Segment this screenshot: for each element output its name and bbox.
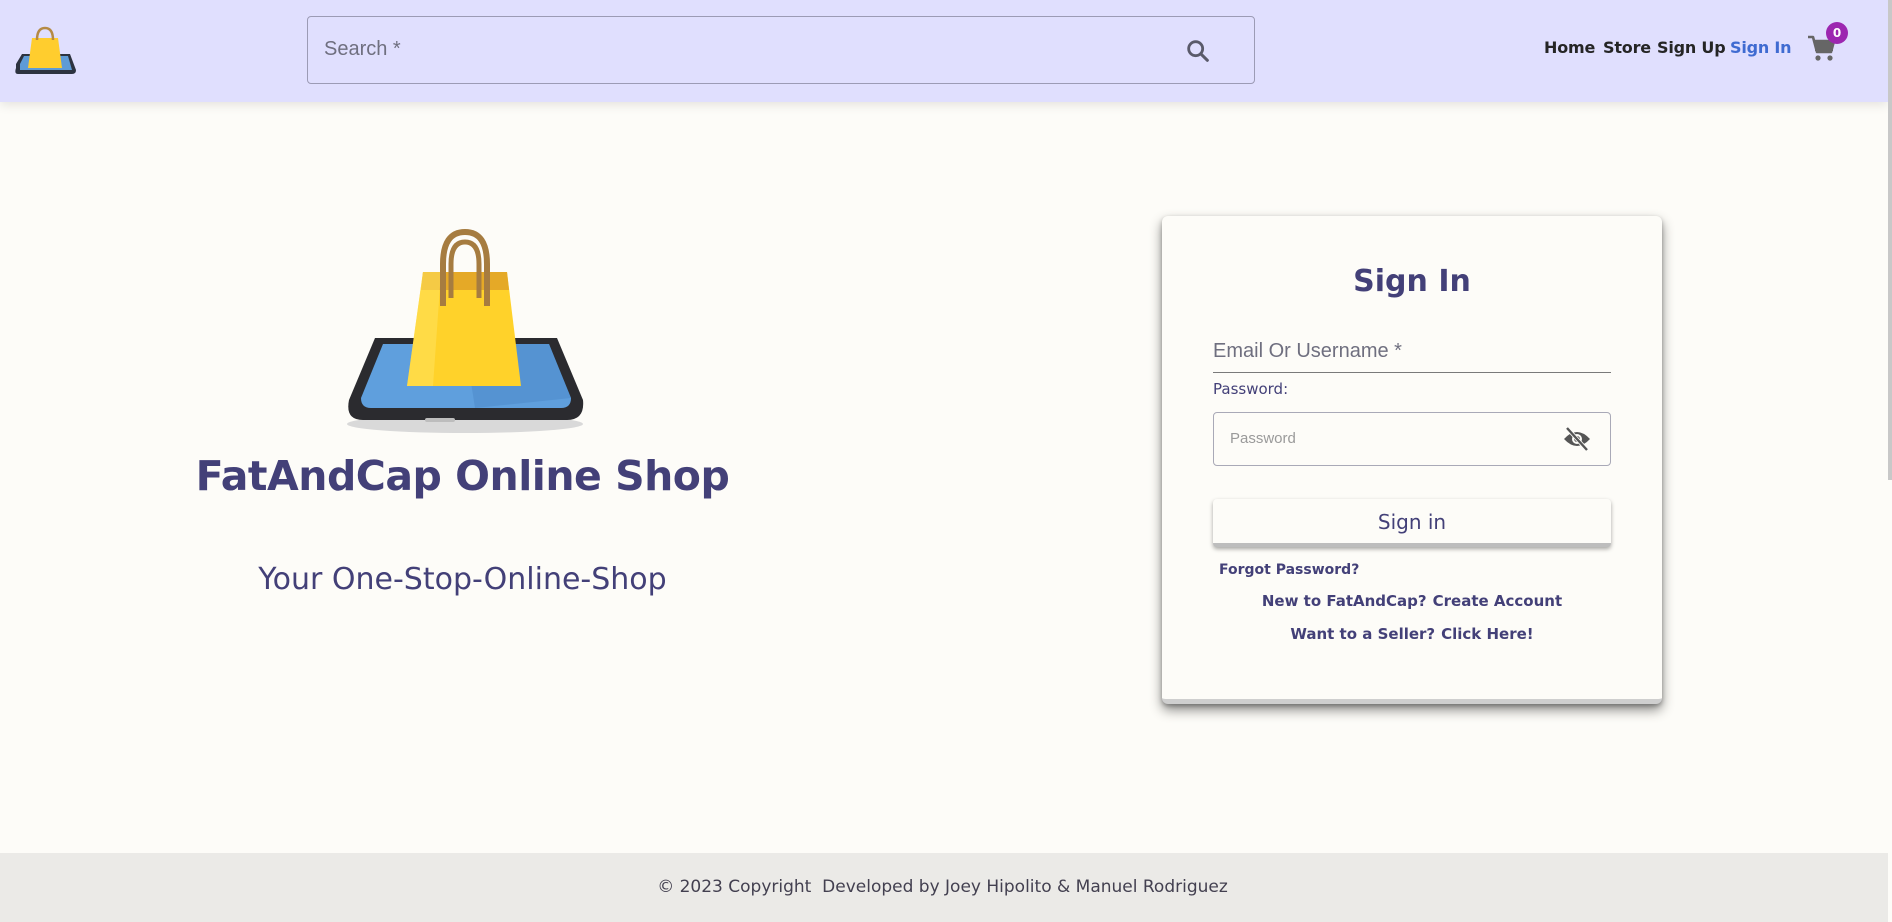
nav-signin-link[interactable]: Sign In: [1730, 38, 1792, 57]
scrollbar[interactable]: [1888, 0, 1892, 480]
seller-row: Want to a Seller? Click Here!: [1162, 625, 1662, 643]
search-placeholder: Search *: [324, 38, 401, 60]
signin-card: Sign In Email Or Username * Password: Pa…: [1162, 216, 1662, 704]
cart-count-badge: 0: [1826, 22, 1848, 44]
footer-copyright: © 2023 Copyright Developed by Joey Hipol…: [657, 877, 1228, 897]
email-username-label: Email Or Username *: [1213, 340, 1402, 362]
nav-store-link[interactable]: Store: [1603, 38, 1651, 57]
top-navbar: Search * Home Store Sign Up Sign In 0: [0, 0, 1888, 102]
password-placeholder: Password: [1230, 430, 1296, 447]
nav-signup-link[interactable]: Sign Up: [1657, 38, 1726, 57]
sign-in-button[interactable]: Sign in: [1213, 499, 1611, 547]
shop-logo-icon[interactable]: [12, 24, 78, 80]
search-icon[interactable]: [1184, 37, 1212, 65]
new-user-prompt: New to FatAndCap?: [1261, 592, 1427, 610]
search-input[interactable]: Search *: [307, 16, 1255, 84]
password-label: Password:: [1213, 380, 1289, 398]
signin-title: Sign In: [1353, 264, 1471, 299]
footer: © 2023 Copyright Developed by Joey Hipol…: [0, 853, 1888, 922]
hero-title: FatAndCap Online Shop: [195, 452, 730, 500]
hero-subtitle: Your One-Stop-Online-Shop: [258, 562, 667, 597]
nav-home-link[interactable]: Home: [1544, 38, 1595, 57]
eye-off-icon[interactable]: [1562, 425, 1592, 453]
forgot-password-link[interactable]: Forgot Password?: [1219, 562, 1359, 578]
create-account-row: New to FatAndCap? Create Account: [1162, 592, 1662, 610]
password-field[interactable]: Password: [1213, 412, 1611, 466]
create-account-link[interactable]: Create Account: [1433, 592, 1563, 610]
email-username-field[interactable]: Email Or Username *: [1213, 316, 1611, 373]
seller-link[interactable]: Click Here!: [1441, 625, 1534, 643]
hero-logo-icon: [347, 228, 584, 433]
seller-prompt: Want to a Seller?: [1290, 625, 1436, 643]
